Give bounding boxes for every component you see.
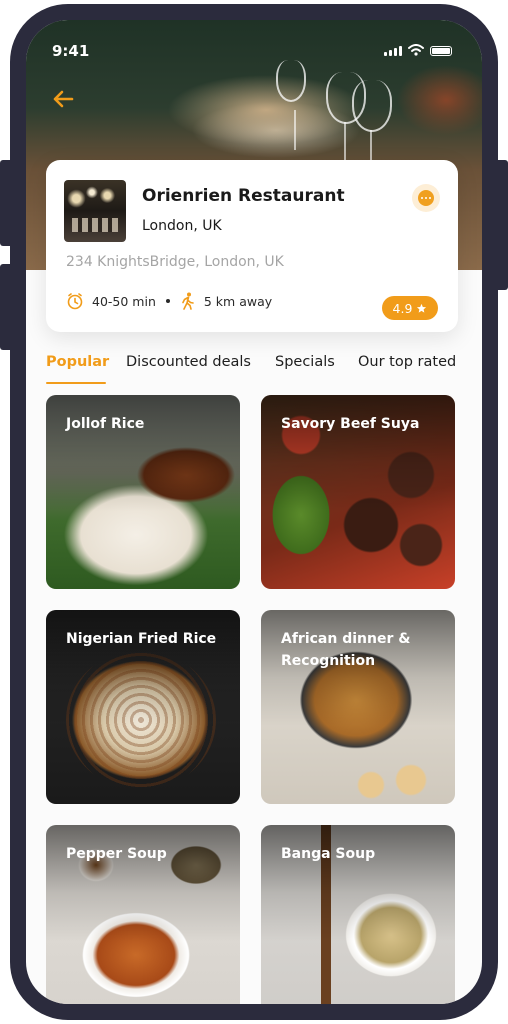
status-time: 9:41 (52, 42, 90, 60)
wifi-icon (408, 44, 424, 56)
rating-badge: 4.9 (382, 296, 438, 320)
dish-name: Pepper Soup (66, 846, 167, 862)
tab-discounted-deals[interactable]: Discounted deals (126, 354, 251, 370)
dish-card[interactable]: Jollof Rice (46, 395, 240, 589)
restaurant-thumbnail (64, 180, 126, 242)
tab-top-rated[interactable]: Our top rated (358, 354, 456, 370)
star-icon (417, 303, 427, 313)
battery-icon (430, 46, 452, 56)
restaurant-city: London, UK (142, 218, 222, 234)
restaurant-info-card: Orienrien Restaurant London, UK 234 Knig… (46, 160, 458, 332)
clock-icon (67, 293, 83, 310)
active-tab-indicator (46, 382, 106, 384)
delivery-time: 40-50 min (92, 293, 156, 309)
phone-frame: 9:41 Orienrien Restaurant London, UK 234… (10, 4, 498, 1020)
rating-value: 4.9 (392, 300, 413, 316)
status-icons (384, 44, 452, 56)
dish-card[interactable]: African dinner & Recognition (261, 610, 455, 804)
dish-card[interactable]: Savory Beef Suya (261, 395, 455, 589)
tab-specials[interactable]: Specials (275, 354, 335, 370)
dish-name: Jollof Rice (66, 416, 145, 432)
dish-name: Banga Soup (281, 846, 376, 862)
dish-card[interactable]: Banga Soup (261, 825, 455, 1004)
chat-icon (418, 190, 434, 206)
wine-glass-decor (352, 80, 392, 170)
arrow-left-icon (53, 90, 74, 108)
back-button[interactable] (48, 84, 78, 114)
dish-card[interactable]: Nigerian Fried Rice (46, 610, 240, 804)
distance: 5 km away (203, 293, 273, 309)
signal-icon (384, 46, 402, 56)
category-tabs: Popular Discounted deals Specials Our to… (46, 354, 476, 390)
delivery-meta: 40-50 min 5 km away (66, 292, 272, 310)
restaurant-address: 234 KnightsBridge, London, UK (66, 254, 284, 270)
status-bar: 9:41 (26, 20, 482, 64)
dish-card[interactable]: Pepper Soup (46, 825, 240, 1004)
dish-name: Nigerian Fried Rice (66, 631, 217, 647)
walking-icon (182, 292, 194, 310)
chat-button[interactable] (412, 184, 440, 212)
tab-popular[interactable]: Popular (46, 354, 109, 370)
restaurant-name: Orienrien Restaurant (142, 186, 345, 206)
wine-glass-decor (276, 60, 306, 150)
dish-name: African dinner & Recognition (281, 631, 411, 669)
dish-name: Savory Beef Suya (281, 416, 420, 432)
separator-dot (165, 299, 170, 303)
